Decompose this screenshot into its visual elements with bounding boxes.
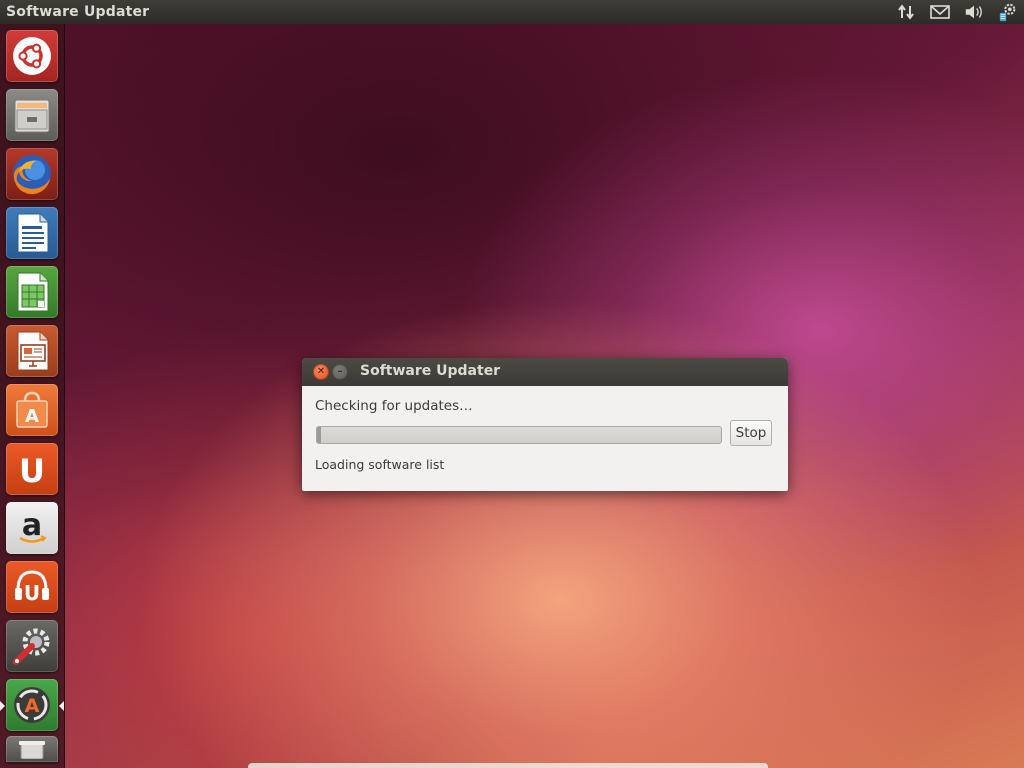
launcher-item-libreoffice-impress[interactable] <box>6 325 58 377</box>
launcher-item-trash[interactable] <box>6 736 58 762</box>
active-indicator-right <box>59 701 64 711</box>
volume-icon[interactable] <box>964 2 984 22</box>
launcher-item-files[interactable] <box>6 89 58 141</box>
file-cabinet-icon <box>14 99 50 133</box>
indicator-area <box>896 0 1018 24</box>
close-icon[interactable]: ✕ <box>313 364 329 380</box>
detail-text: Loading software list <box>315 457 445 472</box>
software-center-letter: A <box>25 406 39 427</box>
launcher-item-dash-home[interactable] <box>6 30 58 82</box>
ubuntu-logo-icon <box>13 37 51 75</box>
mail-icon[interactable] <box>930 2 950 22</box>
top-panel: Software Updater <box>0 0 1024 24</box>
ubuntu-one-icon: U <box>19 452 45 489</box>
updater-icon: A <box>14 687 50 723</box>
calc-sheet-icon <box>17 272 49 312</box>
firefox-icon <box>13 155 51 195</box>
network-icon[interactable] <box>896 2 916 22</box>
wrench-gear-icon <box>13 628 50 665</box>
active-indicator-left <box>0 701 5 711</box>
music-letter: U <box>24 581 40 605</box>
launcher: A U a U A <box>0 24 65 768</box>
progress-bar-fill <box>317 427 322 443</box>
launcher-item-ubuntu-one-music[interactable]: U <box>6 561 58 613</box>
minimize-icon[interactable]: – <box>332 364 348 380</box>
dialog-titlebar[interactable]: ✕ – Software Updater <box>302 358 788 386</box>
music-icon: U <box>15 570 49 605</box>
writer-doc-icon <box>17 213 49 253</box>
trash-icon <box>19 741 45 759</box>
launcher-item-libreoffice-calc[interactable] <box>6 266 58 318</box>
progress-bar <box>316 426 722 444</box>
ubuntu-one-letter: U <box>19 452 45 489</box>
launcher-item-software-updater[interactable]: A <box>6 679 58 731</box>
bottom-window-edge <box>248 763 768 768</box>
impress-slide-icon <box>17 331 49 371</box>
launcher-item-libreoffice-writer[interactable] <box>6 207 58 259</box>
software-updater-dialog: ✕ – Software Updater Checking for update… <box>302 358 788 491</box>
amazon-letter: a <box>22 508 42 543</box>
launcher-item-system-settings[interactable] <box>6 620 58 672</box>
launcher-item-firefox[interactable] <box>6 148 58 200</box>
dialog-title: Software Updater <box>360 363 501 379</box>
active-window-title: Software Updater <box>6 4 150 20</box>
status-text: Checking for updates… <box>315 398 473 414</box>
shopping-bag-icon: A <box>16 391 48 428</box>
settings-icon[interactable] <box>998 2 1018 22</box>
launcher-item-ubuntu-one[interactable]: U <box>6 443 58 495</box>
stop-button[interactable]: Stop <box>730 420 772 446</box>
updater-letter: A <box>25 695 40 717</box>
launcher-item-ubuntu-software-center[interactable]: A <box>6 384 58 436</box>
launcher-item-amazon[interactable]: a <box>6 502 58 554</box>
amazon-icon: a <box>19 508 47 543</box>
